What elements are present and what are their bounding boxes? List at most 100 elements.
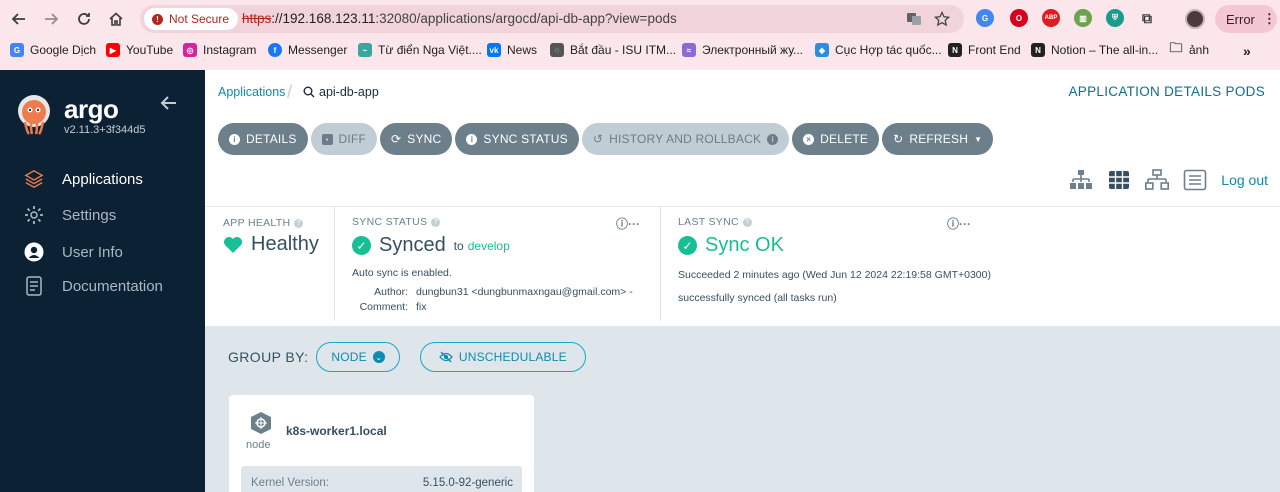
notion-icon: N [1031,43,1045,57]
top-bar: Applications / api-db-app APPLICATION DE… [205,70,1280,206]
caret-down-icon: ▼ [974,134,983,144]
synced-text: Synced [379,234,446,256]
info-icon: i [767,133,779,145]
sync-status-label: SYNC STATUS [483,132,568,146]
translate-icon[interactable] [906,11,922,27]
notion-icon: N [948,43,962,57]
app-health-value: Healthy [223,233,319,256]
refresh-button[interactable]: ↻ REFRESH ▼ [882,123,994,155]
ministry-icon: ◈ [815,43,829,57]
eye-slash-icon [439,351,453,363]
sync-status-button[interactable]: i SYNC STATUS [455,123,579,155]
last-sync-time: Succeeded 2 minutes ago (Wed Jun 12 2024… [678,269,991,281]
bookmark-front-end[interactable]: N Front End [948,43,1021,57]
address-bar[interactable]: ! Not Secure https://192.168.123.11:3208… [140,5,964,33]
opera-extension-icon[interactable]: O [1010,9,1028,27]
not-secure-chip[interactable]: ! Not Secure [144,8,239,30]
details-button[interactable]: i DETAILS [218,123,308,155]
profile-error-button[interactable]: Error ⋮ [1215,5,1277,33]
breadcrumb-app[interactable]: api-db-app [303,85,379,99]
forward-arrow-icon[interactable] [40,8,62,30]
bookmark-youtube[interactable]: ▶ YouTube [106,43,173,57]
check-circle-icon: ✓ [352,236,371,255]
sidebar-item-user-info[interactable]: User Info [24,242,123,262]
breadcrumb-separator: / [287,82,293,102]
refresh-icon: ↻ [893,132,904,146]
sync-button[interactable]: ⟳ SYNC [380,123,453,155]
info-icon: i [466,133,478,145]
main-content: Applications / api-db-app APPLICATION DE… [205,70,1280,492]
sidebar-item-settings[interactable]: Settings [24,205,116,225]
document-icon [24,276,44,296]
breadcrumb-applications[interactable]: Applications [218,85,285,99]
argo-logo-icon [16,94,52,136]
shield-extension-icon[interactable]: ⛨ [1106,9,1124,27]
history-rollback-button[interactable]: ↺ HISTORY AND ROLLBACK i [581,123,790,155]
journal-icon: ≈ [682,43,696,57]
bookmark-news[interactable]: vk News [487,43,537,57]
bookmark-journal[interactable]: ≈ Электронный жу... [682,43,803,57]
bookmark-dictionary[interactable]: ~ Từ điển Nga Việt.... [358,43,482,57]
back-arrow-icon[interactable] [8,8,30,30]
diff-button[interactable]: ▪ DIFF [310,123,377,155]
sync-label: SYNC [407,132,442,146]
help-icon[interactable]: ? [294,218,304,228]
comment-row: Comment: fix [352,301,642,313]
pods-grid-view-icon[interactable] [1107,169,1131,191]
help-icon[interactable]: ? [431,217,441,227]
last-sync-section: LAST SYNC? ✓ Sync OK Succeeded 2 minutes… [678,216,1008,336]
extensions-puzzle-icon[interactable]: ⧉ [1138,9,1156,27]
bookmark-messenger[interactable]: f Messenger [268,43,347,57]
youtube-icon: ▶ [106,43,120,57]
bookmark-isu[interactable]: ◌ Bắt đầu - ISU ITM... [550,43,676,57]
user-icon [24,242,44,262]
group-by-bar: GROUP BY: NODE ⌄ UNSCHEDULABLE [228,342,586,372]
more-bookmarks-chevron-icon[interactable]: » [1243,43,1251,59]
list-view-icon[interactable] [1183,169,1207,191]
delete-button[interactable]: × DELETE [792,123,880,155]
node-card[interactable]: node k8s-worker1.local Kernel Version: 5… [229,395,534,492]
sync-to-text: to [453,238,464,253]
collapse-sidebar-arrow-icon[interactable] [160,94,178,118]
folder-icon: 🗀 [1169,40,1183,55]
history-label: HISTORY AND ROLLBACK [609,132,762,146]
info-icon: i [229,133,240,145]
group-by-node-button[interactable]: NODE ⌄ [316,342,400,372]
sidebar: argo v2.11.3+3f344d5 Applications Settin… [0,70,205,492]
bookmark-folder-anh[interactable]: 🗀 ảnh [1169,40,1209,57]
node-name: k8s-worker1.local [286,424,387,438]
app-health-label: APP HEALTH [223,217,291,229]
refresh-label: REFRESH [909,132,969,146]
bookmark-ministry[interactable]: ◈ Cục Hợp tác quốc... [815,43,942,57]
file-icon: ▪ [321,133,333,145]
bookmarks-bar: G Google Dịch ▶ YouTube ◎ Instagram f Messen… [0,40,1280,64]
url-text[interactable]: https://192.168.123.11:32080/application… [242,11,677,26]
profile-avatar[interactable] [1185,9,1205,29]
reload-icon[interactable] [73,8,95,30]
bookmark-notion[interactable]: N Notion – The all-in... [1031,43,1158,57]
unschedulable-button[interactable]: UNSCHEDULABLE [419,342,586,372]
logout-link[interactable]: Log out [1221,172,1268,188]
tree-view-icon[interactable] [1069,169,1093,191]
sidebar-item-documentation[interactable]: Documentation [24,276,163,296]
translate-extension-icon[interactable]: G [976,9,994,27]
sync-status-heading: SYNC STATUS [352,216,428,228]
network-view-icon[interactable] [1145,169,1170,191]
sync-branch-link[interactable]: develop [468,239,510,253]
profile-error-label: Error [1226,11,1255,27]
action-toolbar: i DETAILS ▪ DIFF ⟳ SYNC i SYNC STATUS ↺ HISTO… [218,123,994,155]
sync-status-menu-icon[interactable]: ⓘ··· [616,215,640,232]
bookmark-google-translate[interactable]: G Google Dịch [10,43,96,57]
adblock-extension-icon[interactable]: ABP [1042,9,1060,27]
bookmark-star-icon[interactable] [934,11,950,27]
extension-stripes-icon[interactable]: ▥ [1074,9,1092,27]
version-label: v2.11.3+3f344d5 [64,124,146,136]
last-sync-message: successfully synced (all tasks run) [678,292,837,304]
sidebar-item-applications[interactable]: Applications [24,169,143,189]
bookmark-instagram[interactable]: ◎ Instagram [183,43,256,57]
bookmark-label: Từ điển Nga Việt.... [378,43,482,57]
last-sync-menu-icon[interactable]: ⓘ··· [947,215,971,232]
facebook-icon: f [268,43,282,57]
home-icon[interactable] [105,8,127,30]
help-icon[interactable]: ? [742,217,752,227]
